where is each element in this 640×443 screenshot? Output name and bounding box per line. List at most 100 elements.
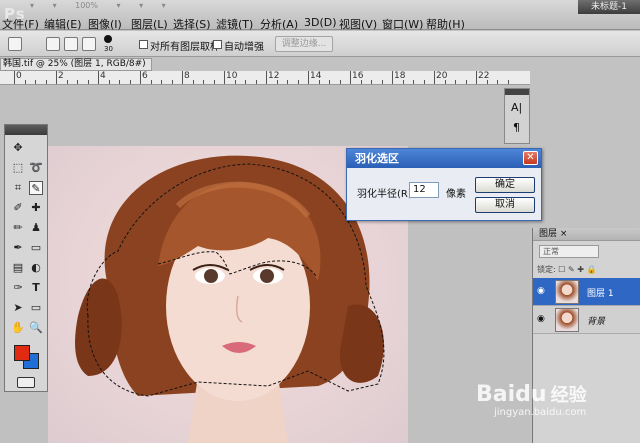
ruler-tick: [318, 80, 320, 84]
layer-thumbnail: [555, 308, 579, 332]
blend-mode-select[interactable]: 正常: [539, 245, 599, 258]
menu-layer[interactable]: 图层(L): [131, 16, 168, 32]
menu-filter[interactable]: 滤镜(T): [216, 16, 253, 32]
layer-name: 图层 1: [587, 289, 614, 299]
ruler-tick: [381, 80, 383, 84]
layer-name: 背景: [587, 317, 606, 327]
document-tab[interactable]: 韩国.tif @ 25% (图层 1, RGB/8#) * ×: [0, 58, 152, 80]
type-tool-icon[interactable]: T: [29, 281, 43, 295]
ruler-tick-label: 12: [268, 71, 280, 81]
ruler-tick: [287, 80, 288, 84]
ruler-tick: [224, 71, 225, 84]
control-dropdown[interactable]: ▾: [117, 1, 121, 10]
subtract-selection-icon[interactable]: [82, 37, 96, 51]
lasso-tool-icon[interactable]: ➰: [29, 161, 43, 175]
feather-unit-label: 像素: [446, 189, 466, 200]
ruler-tick: [392, 71, 393, 84]
ruler-tick: [350, 71, 351, 84]
character-icon[interactable]: A|: [511, 101, 522, 114]
ruler-tick: [77, 80, 78, 84]
ruler-tick: [140, 71, 141, 84]
menu-file[interactable]: 文件(F): [2, 16, 39, 32]
toolbox-header[interactable]: [5, 125, 47, 135]
add-selection-icon[interactable]: [64, 37, 78, 51]
menu-select[interactable]: 选择(S): [173, 16, 211, 32]
menu-edit[interactable]: 编辑(E): [44, 16, 82, 32]
path-selection-icon[interactable]: ➤: [11, 301, 25, 315]
cancel-button[interactable]: 取消: [475, 197, 535, 213]
character-panel: A| ¶: [504, 88, 530, 144]
eyedropper-tool-icon[interactable]: ✐: [11, 201, 25, 215]
ruler-tick: [14, 71, 15, 84]
control-dropdown[interactable]: ▾: [30, 1, 34, 10]
ruler-tick: [413, 80, 414, 84]
zoom-tool-icon[interactable]: 🔍: [29, 321, 43, 335]
brush-tool-icon[interactable]: ✏: [11, 221, 25, 235]
ruler-tick: [24, 80, 26, 84]
control-dropdown[interactable]: ▾: [139, 1, 143, 10]
sample-all-checkbox[interactable]: [139, 40, 148, 49]
watermark-sub: 经验: [550, 385, 587, 406]
hand-tool-icon[interactable]: ✋: [11, 321, 25, 335]
menu-view[interactable]: 视图(V): [339, 16, 377, 32]
eye-icon[interactable]: ◉: [537, 314, 549, 324]
control-dropdown[interactable]: ▾: [53, 1, 57, 10]
ruler-tick: [45, 80, 47, 84]
ok-button[interactable]: 确定: [475, 177, 535, 193]
lock-controls[interactable]: 锁定: ☐ ✎ ✚ 🔒: [537, 264, 596, 275]
gradient-tool-icon[interactable]: ▤: [11, 261, 25, 275]
menu-3d[interactable]: 3D(D): [304, 16, 337, 29]
shape-tool-icon[interactable]: ▭: [29, 301, 43, 315]
pen-tool-icon[interactable]: ✑: [11, 281, 25, 295]
ruler-tick-label: 0: [16, 71, 22, 81]
menu-help[interactable]: 帮助(H): [426, 16, 465, 32]
quick-selection-tool-icon[interactable]: ✎: [29, 181, 43, 195]
paragraph-icon[interactable]: ¶: [513, 121, 520, 134]
feather-radius-input[interactable]: 12: [409, 182, 439, 198]
document-title-tab[interactable]: 未标题-1: [578, 0, 640, 14]
healing-tool-icon[interactable]: ✚: [29, 201, 43, 215]
ruler-tick-label: 18: [394, 71, 406, 81]
layer-row[interactable]: ◉ 图层 1: [533, 278, 640, 306]
ruler-tick: [255, 80, 257, 84]
marquee-tool-icon[interactable]: ⬚: [11, 161, 25, 175]
brush-icon[interactable]: [104, 35, 112, 43]
blur-tool-icon[interactable]: ◐: [29, 261, 43, 275]
ruler-tick-label: 20: [436, 71, 448, 81]
move-tool-icon[interactable]: ✥: [11, 141, 25, 155]
crop-tool-icon[interactable]: ⌗: [11, 181, 25, 195]
character-panel-header[interactable]: [505, 89, 529, 95]
menu-window[interactable]: 窗口(W): [382, 16, 423, 32]
history-brush-icon[interactable]: ✒: [11, 241, 25, 255]
layer-row[interactable]: ◉ 背景: [533, 306, 640, 334]
ruler-tick: [434, 71, 435, 84]
menu-image[interactable]: 图像(I): [88, 16, 122, 32]
new-selection-icon[interactable]: [46, 37, 60, 51]
foreground-color-swatch[interactable]: [14, 345, 30, 361]
ruler-tick-label: 8: [184, 71, 190, 81]
ruler-tick: [35, 80, 36, 84]
quick-mask-icon[interactable]: [17, 377, 35, 388]
tool-preset-icon[interactable]: [8, 37, 22, 51]
close-icon[interactable]: ✕: [523, 151, 538, 165]
layers-tab[interactable]: 图层 ×: [533, 228, 640, 241]
menu-analysis[interactable]: 分析(A): [260, 16, 298, 32]
zoom-level[interactable]: 100%: [75, 1, 98, 10]
ruler-tick: [329, 80, 330, 84]
control-dropdown[interactable]: ▾: [162, 1, 166, 10]
eye-icon[interactable]: ◉: [537, 286, 549, 296]
eraser-tool-icon[interactable]: ▭: [29, 241, 43, 255]
auto-enhance-checkbox[interactable]: [213, 40, 222, 49]
refine-edge-button[interactable]: 调整边缘...: [275, 36, 333, 52]
ruler-tick: [161, 80, 162, 84]
watermark-url: jingyan.baidu.com: [494, 407, 587, 418]
ruler-tick-label: 6: [142, 71, 148, 81]
ruler-tick: [171, 80, 173, 84]
canvas-area[interactable]: [0, 86, 530, 443]
ruler-tick: [234, 80, 236, 84]
ruler-tick-label: 14: [310, 71, 322, 81]
ruler-tick-label: 22: [478, 71, 490, 81]
ruler-tick: [87, 80, 89, 84]
ruler-tick: [150, 80, 152, 84]
stamp-tool-icon[interactable]: ♟: [29, 221, 43, 235]
